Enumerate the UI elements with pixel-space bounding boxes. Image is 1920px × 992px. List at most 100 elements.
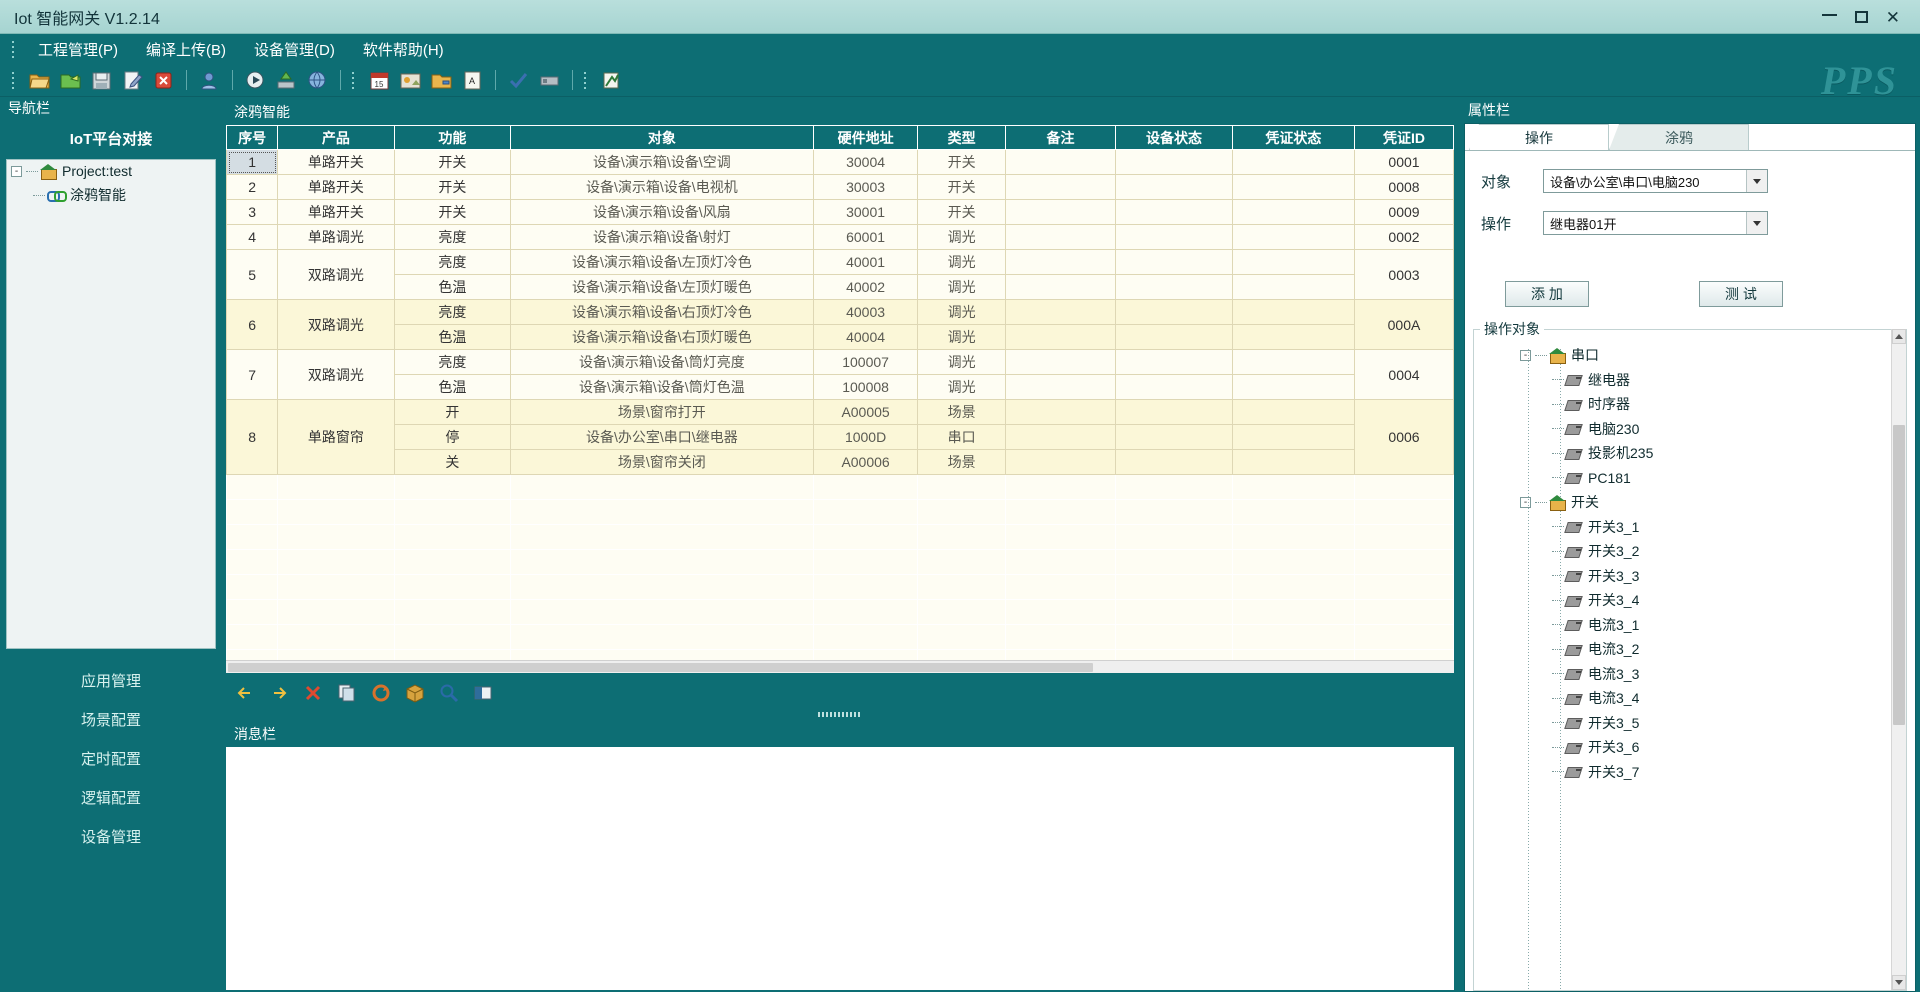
cell-type[interactable]: 调光 (917, 349, 1006, 375)
cell-seq[interactable]: 4 (226, 224, 279, 250)
nav-link-device-management[interactable]: 设备管理 (0, 817, 222, 856)
cell-credential-state[interactable] (1231, 299, 1355, 325)
cell-credential-state[interactable] (1231, 424, 1355, 450)
cell-function[interactable]: 关 (393, 449, 512, 475)
cell-credential-state[interactable] (1231, 374, 1355, 400)
col-seq[interactable]: 序号 (226, 125, 279, 150)
cell-function[interactable]: 停 (393, 424, 512, 450)
cell-credential-id[interactable]: 0006 (1353, 399, 1454, 475)
cell-address[interactable]: A00006 (812, 449, 919, 475)
user-icon[interactable] (198, 69, 221, 92)
menu-item-device[interactable]: 设备管理(D) (240, 36, 349, 63)
op-tree-item[interactable]: 电流3_3 (1478, 662, 1891, 687)
cell-product[interactable]: 单路调光 (277, 224, 395, 250)
cell-object[interactable]: 设备\演示箱\设备\空调 (510, 149, 814, 175)
cell-type[interactable]: 开关 (917, 199, 1006, 225)
cell-seq[interactable]: 1 (226, 149, 279, 175)
scroll-down-button[interactable] (1892, 975, 1906, 990)
cell-type[interactable]: 调光 (917, 249, 1006, 275)
nav-link-scene-config[interactable]: 场景配置 (0, 700, 222, 739)
cell-credential-state[interactable] (1231, 149, 1355, 175)
table-row[interactable]: 8 单路窗帘开场景\窗帘打开 A00005 场景 0006 (226, 399, 1454, 475)
cell-device-state[interactable] (1115, 299, 1233, 325)
cell-device-state[interactable] (1115, 274, 1233, 300)
cell-product[interactable]: 双路调光 (277, 249, 395, 300)
cell-object[interactable]: 设备\办公室\串口\继电器 (510, 424, 814, 450)
upload-icon[interactable] (275, 69, 298, 92)
cell-note[interactable] (1004, 274, 1117, 300)
col-function[interactable]: 功能 (393, 125, 512, 150)
cell-type[interactable]: 调光 (917, 299, 1006, 325)
cell-device-state[interactable] (1115, 324, 1233, 350)
op-tree-item[interactable]: 投影机235 (1478, 441, 1891, 466)
cell-device-state[interactable] (1115, 249, 1233, 275)
device-list-icon[interactable] (538, 69, 561, 92)
tree-node-tuya[interactable]: 涂鸦智能 (7, 182, 215, 208)
cell-note[interactable] (1004, 224, 1117, 250)
operation-select[interactable]: 继电器01开 (1543, 211, 1768, 235)
cell-device-state[interactable] (1115, 374, 1233, 400)
search-icon[interactable] (438, 682, 460, 704)
table-row[interactable]: 4 单路调光 亮度 设备\演示箱\设备\射灯 60001 调光 0002 (226, 224, 1454, 250)
cell-note[interactable] (1004, 149, 1117, 175)
cell-seq[interactable]: 5 (226, 249, 279, 300)
object-select[interactable]: 设备\办公室\串口\电脑230 (1543, 169, 1768, 193)
cell-note[interactable] (1004, 399, 1117, 425)
cell-address[interactable]: 40001 (812, 249, 919, 275)
op-tree-item[interactable]: PC181 (1478, 466, 1891, 491)
cell-type[interactable]: 开关 (917, 149, 1006, 175)
cell-credential-id[interactable]: 0001 (1353, 149, 1454, 175)
scroll-up-button[interactable] (1892, 329, 1906, 344)
menu-item-project[interactable]: 工程管理(P) (24, 36, 132, 63)
cell-address[interactable]: 40002 (812, 274, 919, 300)
cell-credential-state[interactable] (1231, 449, 1355, 475)
cell-seq[interactable]: 2 (226, 174, 279, 200)
prev-icon[interactable] (234, 682, 256, 704)
op-tree-item[interactable]: 开关3_3 (1478, 564, 1891, 589)
operation-tree-scrollbar[interactable] (1891, 329, 1906, 990)
cell-credential-state[interactable] (1231, 324, 1355, 350)
maximize-button[interactable] (1854, 11, 1868, 23)
op-tree-item[interactable]: 时序器 (1478, 392, 1891, 417)
cell-object[interactable]: 场景\窗帘打开 (510, 399, 814, 425)
col-product[interactable]: 产品 (277, 125, 395, 150)
cell-type[interactable]: 开关 (917, 174, 1006, 200)
cell-note[interactable] (1004, 349, 1117, 375)
run-icon[interactable] (244, 69, 267, 92)
table-row[interactable]: 6 双路调光 亮度 设备\演示箱\设备\右顶灯冷色 40003 调光 000A (226, 299, 1454, 350)
cell-credential-state[interactable] (1231, 274, 1355, 300)
cell-function[interactable]: 色温 (393, 324, 512, 350)
refresh-icon[interactable] (370, 682, 392, 704)
nav-link-app-management[interactable]: 应用管理 (0, 661, 222, 700)
cell-function[interactable]: 亮度 (393, 299, 512, 325)
cell-product[interactable]: 单路窗帘 (277, 399, 395, 475)
project-tree[interactable]: - Project:test 涂鸦智能 (6, 159, 216, 649)
grid-scroll-area[interactable]: 序号 产品 功能 对象 硬件地址 类型 备注 设备状态 凭证状态 凭证ID 1单 (226, 125, 1454, 660)
cell-function[interactable]: 亮度 (393, 349, 512, 375)
menu-item-build[interactable]: 编译上传(B) (132, 36, 240, 63)
cell-device-state[interactable] (1115, 174, 1233, 200)
edit-icon[interactable] (121, 69, 144, 92)
cell-device-state[interactable] (1115, 449, 1233, 475)
op-tree-item[interactable]: 开关3_1 (1478, 515, 1891, 540)
grid-horizontal-scrollbar[interactable] (226, 660, 1454, 673)
cell-credential-state[interactable] (1231, 399, 1355, 425)
tab-operation[interactable]: 操作 (1469, 124, 1609, 150)
cell-function[interactable]: 色温 (393, 374, 512, 400)
cell-credential-id[interactable]: 0003 (1353, 249, 1454, 300)
op-tree-item[interactable]: 继电器 (1478, 368, 1891, 393)
menu-item-help[interactable]: 软件帮助(H) (349, 36, 458, 63)
col-device-state[interactable]: 设备状态 (1115, 125, 1233, 150)
expander-icon[interactable]: - (1520, 496, 1531, 508)
op-tree-item[interactable]: 电脑230 (1478, 417, 1891, 442)
tab-tuya[interactable]: 涂鸦 (1609, 124, 1749, 150)
cell-object[interactable]: 设备\演示箱\设备\左顶灯冷色 (510, 249, 814, 275)
cell-seq[interactable]: 7 (226, 349, 279, 400)
cell-credential-state[interactable] (1231, 224, 1355, 250)
cell-address[interactable]: 100007 (812, 349, 919, 375)
cell-type[interactable]: 场景 (917, 449, 1006, 475)
add-button[interactable]: 添 加 (1505, 281, 1589, 307)
col-hardware-address[interactable]: 硬件地址 (812, 125, 919, 150)
table-row[interactable]: 3 单路开关 开关 设备\演示箱\设备\风扇 30001 开关 0009 (226, 199, 1454, 225)
cell-function[interactable]: 亮度 (393, 249, 512, 275)
